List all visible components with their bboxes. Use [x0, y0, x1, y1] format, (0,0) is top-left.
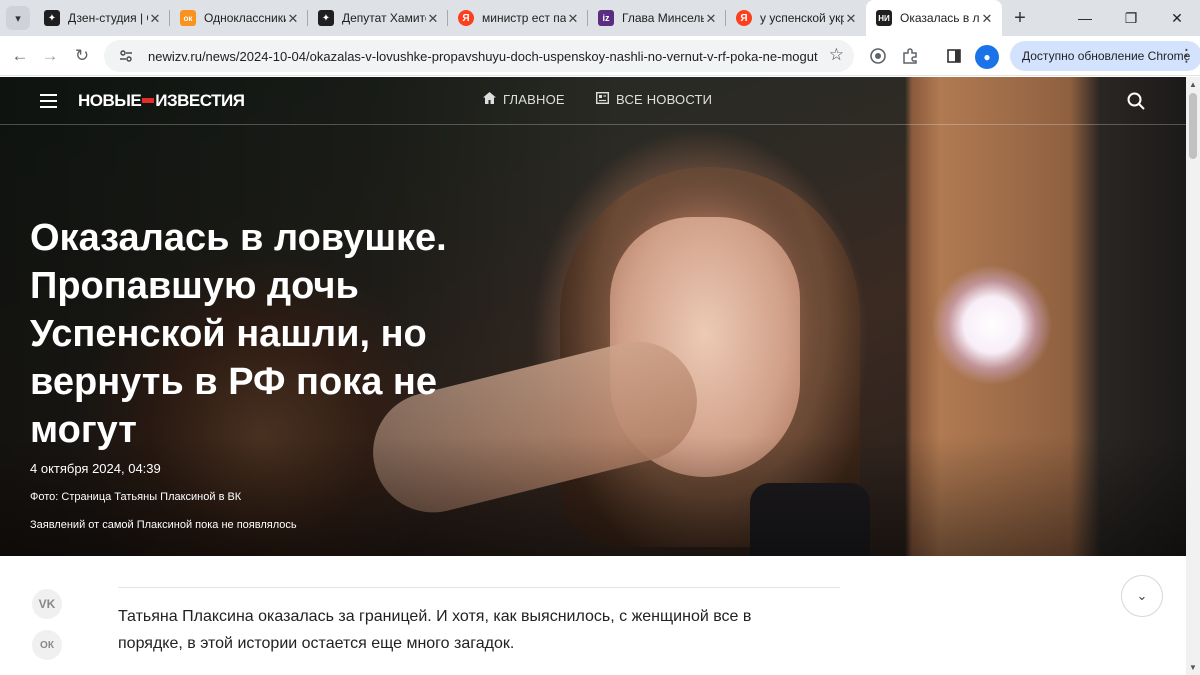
- browser-tab[interactable]: iz Глава Минсель ✕: [588, 0, 726, 36]
- nav-label: ВСЕ НОВОСТИ: [616, 92, 713, 107]
- article-date: 4 октября 2024, 04:39: [30, 461, 161, 476]
- tab-label: министр ест па: [482, 11, 567, 25]
- close-window-button[interactable]: ✕: [1154, 0, 1200, 36]
- search-icon[interactable]: [1126, 91, 1146, 111]
- close-icon[interactable]: ✕: [844, 11, 858, 27]
- arrow-left-icon: ←: [11, 46, 29, 65]
- browser-tab[interactable]: Я министр ест па ✕: [448, 0, 588, 36]
- more-options-icon[interactable]: ⋮: [1178, 45, 1195, 67]
- reload-button[interactable]: ↻: [68, 42, 96, 70]
- ok-icon: ок: [180, 10, 196, 26]
- tab-label: Дзен-студия | С: [68, 11, 156, 25]
- minimize-button[interactable]: —: [1062, 0, 1108, 36]
- reload-icon: ↻: [74, 46, 90, 65]
- hero-photo: НОВЫЕ ИЗВЕСТИЯ ГЛАВНОЕ ВСЕ НОВОСТИ Оказал…: [0, 77, 1186, 556]
- tab-label: Депутат Хамито: [342, 11, 432, 25]
- scroll-down-button[interactable]: ⌄: [1121, 575, 1163, 617]
- new-tab-button[interactable]: +: [1008, 6, 1032, 30]
- scroll-down-arrow-icon[interactable]: ▼: [1189, 663, 1197, 672]
- nav-all-news[interactable]: ВСЕ НОВОСТИ: [595, 91, 713, 107]
- puzzle-icon: [903, 48, 917, 64]
- site-info-icon[interactable]: [114, 44, 138, 68]
- url-text[interactable]: newizv.ru/news/2024-10-04/okazalas-v-lov…: [148, 49, 818, 64]
- share-ok-button[interactable]: ОК: [32, 630, 62, 660]
- nav-main[interactable]: ГЛАВНОЕ: [483, 92, 565, 107]
- browser-toolbar: ← → ↻ newizv.ru/news/2024-10-04/okazalas…: [0, 36, 1200, 76]
- chevron-down-icon: ▾: [15, 12, 21, 25]
- browser-tab[interactable]: Я у успенской укр ✕: [726, 0, 866, 36]
- tab-strip: ▾ ✦ Дзен-студия | С ✕ ок Одноклассники ✕…: [0, 0, 1200, 36]
- page-scrollbar[interactable]: ▲ ▼: [1186, 77, 1200, 675]
- yandex-icon: Я: [736, 10, 752, 26]
- chrome-update-button[interactable]: Доступно обновление Chrome: [1010, 41, 1200, 71]
- photo-caption: Заявлений от самой Плаксиной пока не поя…: [30, 519, 297, 531]
- tab-label: Оказалась в ло: [900, 11, 987, 25]
- tab-label: Одноклассники: [204, 11, 290, 25]
- person-icon: ●: [983, 50, 991, 64]
- chevron-down-icon: ⌄: [1136, 588, 1148, 603]
- close-icon[interactable]: ✕: [704, 11, 718, 27]
- site-logo[interactable]: НОВЫЕ ИЗВЕСТИЯ: [78, 91, 245, 111]
- restore-icon: ❐: [1124, 9, 1138, 26]
- minimize-icon: —: [1078, 10, 1092, 26]
- translate-icon: [870, 48, 886, 64]
- scroll-up-arrow-icon[interactable]: ▲: [1189, 80, 1197, 89]
- photo-credit: Фото: Страница Татьяны Плаксиной в ВК: [30, 491, 242, 503]
- arrow-right-icon: →: [41, 46, 59, 65]
- dzen-icon: ✦: [318, 10, 334, 26]
- vk-icon: VK: [38, 597, 56, 611]
- article-title: Оказалась в ловушке. Пропавшую дочь Успе…: [30, 217, 447, 451]
- tab-label: у успенской укр: [760, 11, 848, 25]
- site-header: НОВЫЕ ИЗВЕСТИЯ ГЛАВНОЕ ВСЕ НОВОСТИ: [0, 77, 1186, 125]
- address-bar[interactable]: newizv.ru/news/2024-10-04/okazalas-v-lov…: [104, 40, 854, 72]
- nav-label: ГЛАВНОЕ: [503, 92, 565, 107]
- yandex-icon: Я: [458, 10, 474, 26]
- logo-text: НОВЫЕ: [78, 91, 142, 110]
- forward-button[interactable]: →: [36, 42, 64, 70]
- page-viewport: НОВЫЕ ИЗВЕСТИЯ ГЛАВНОЕ ВСЕ НОВОСТИ Оказал…: [0, 77, 1186, 675]
- logo-dash: [142, 97, 155, 103]
- browser-tab-active[interactable]: НИ Оказалась в ло ✕: [866, 0, 1002, 36]
- article-lead: Татьяна Плаксина оказалась за границей. …: [118, 608, 752, 652]
- close-icon: ✕: [1171, 9, 1183, 26]
- share-vk-button[interactable]: VK: [32, 589, 62, 619]
- restore-button[interactable]: ❐: [1108, 0, 1154, 36]
- news-icon: [595, 91, 610, 107]
- profile-avatar[interactable]: ●: [975, 45, 999, 69]
- browser-tab[interactable]: ✦ Дзен-студия | С ✕: [34, 0, 170, 36]
- iz-icon: iz: [598, 10, 614, 26]
- close-icon[interactable]: ✕: [426, 11, 440, 27]
- extension-button[interactable]: [864, 42, 892, 70]
- scrollbar-thumb[interactable]: [1189, 93, 1197, 159]
- tab-search-button[interactable]: ▾: [6, 6, 30, 30]
- close-icon[interactable]: ✕: [148, 11, 162, 27]
- close-icon[interactable]: ✕: [980, 11, 994, 27]
- tab-label: Глава Минсель: [622, 11, 707, 25]
- extensions-button[interactable]: [896, 42, 924, 70]
- back-button[interactable]: ←: [6, 42, 34, 70]
- dzen-icon: ✦: [44, 10, 60, 26]
- browser-tab[interactable]: ✦ Депутат Хамито ✕: [308, 0, 448, 36]
- close-icon[interactable]: ✕: [286, 11, 300, 27]
- side-panel-button[interactable]: [940, 42, 968, 70]
- close-icon[interactable]: ✕: [566, 11, 580, 27]
- home-icon: [483, 92, 496, 107]
- hamburger-menu-icon[interactable]: [40, 94, 57, 108]
- divider: [118, 587, 840, 588]
- side-panel-icon: [947, 49, 961, 63]
- logo-text: ИЗВЕСТИЯ: [155, 91, 245, 110]
- bookmark-star-icon[interactable]: ☆: [829, 45, 844, 65]
- newizv-icon: НИ: [876, 10, 892, 26]
- ok-icon: ОК: [40, 639, 54, 651]
- browser-tab[interactable]: ок Одноклассники ✕: [170, 0, 308, 36]
